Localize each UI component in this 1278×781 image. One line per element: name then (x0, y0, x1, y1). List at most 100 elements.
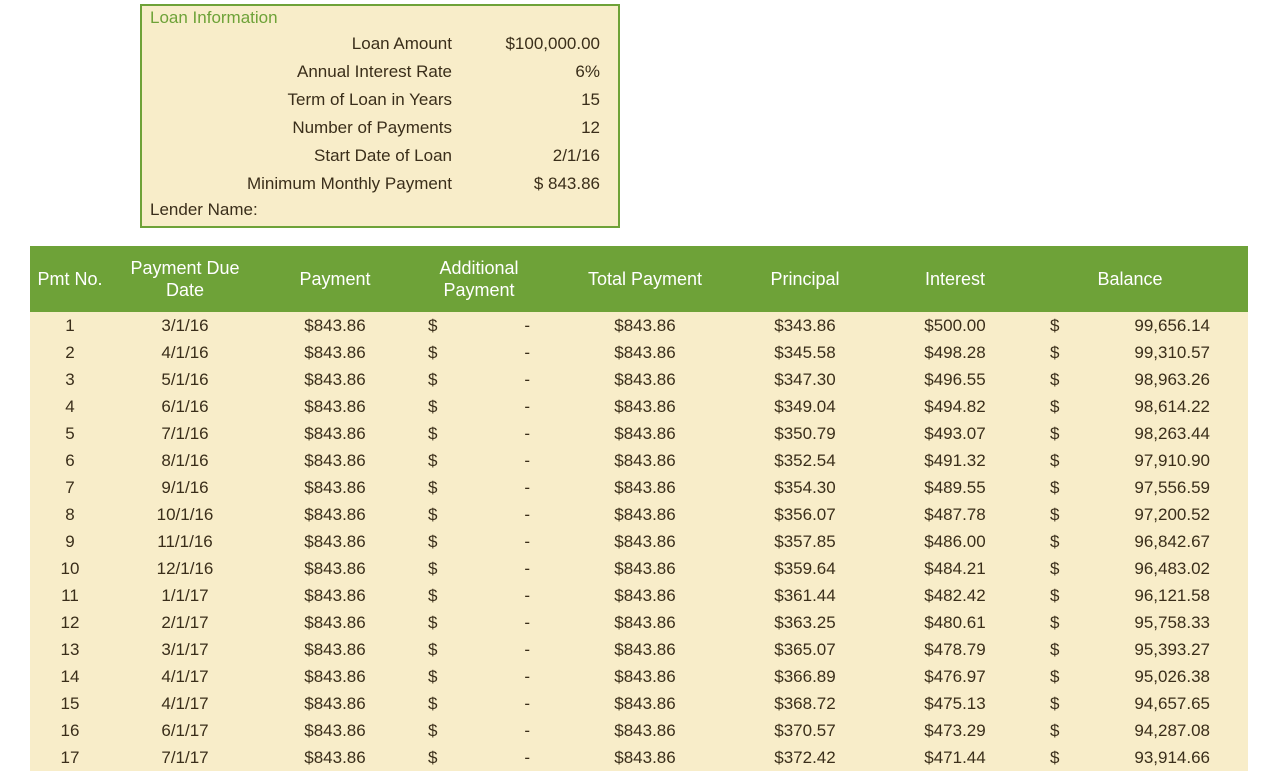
cell-principal: $350.79 (730, 420, 880, 447)
cell-additional: $- (410, 528, 560, 555)
cell-additional: $- (410, 744, 560, 771)
cell-principal: $370.57 (730, 717, 880, 744)
cell-payment: $843.86 (260, 690, 410, 717)
cell-due-date: 1/1/17 (110, 582, 260, 609)
cell-pmt-no: 12 (30, 609, 110, 636)
table-row: 154/1/17$843.86$-$843.86$368.72$475.13$9… (30, 690, 1248, 717)
cell-balance-symbol: $ (1050, 582, 1059, 609)
cell-additional-value: - (437, 501, 530, 528)
cell-additional-value: - (437, 366, 530, 393)
cell-additional-value: - (437, 744, 530, 771)
cell-payment: $843.86 (260, 420, 410, 447)
loan-info-label: Start Date of Loan (156, 142, 464, 170)
cell-due-date: 5/1/16 (110, 366, 260, 393)
cell-principal: $343.86 (730, 312, 880, 339)
loan-info-row: Start Date of Loan2/1/16 (142, 142, 618, 170)
cell-balance-symbol: $ (1050, 609, 1059, 636)
cell-total: $843.86 (560, 474, 730, 501)
loan-info-label: Term of Loan in Years (156, 86, 464, 114)
col-header-pmt-no: Pmt No. (30, 262, 110, 297)
cell-balance-value: 96,483.02 (1059, 555, 1210, 582)
lender-name-label: Lender Name: (142, 198, 618, 226)
cell-balance-symbol: $ (1050, 420, 1059, 447)
cell-pmt-no: 2 (30, 339, 110, 366)
cell-pmt-no: 4 (30, 393, 110, 420)
cell-additional: $- (410, 636, 560, 663)
cell-balance-value: 95,026.38 (1059, 663, 1210, 690)
loan-info-label: Annual Interest Rate (156, 58, 464, 86)
cell-principal: $349.04 (730, 393, 880, 420)
cell-balance-value: 95,758.33 (1059, 609, 1210, 636)
cell-additional-symbol: $ (428, 690, 437, 717)
cell-balance-value: 97,910.90 (1059, 447, 1210, 474)
cell-interest: $487.78 (880, 501, 1030, 528)
cell-additional-symbol: $ (428, 339, 437, 366)
loan-info-label: Minimum Monthly Payment (156, 170, 464, 198)
cell-additional: $- (410, 663, 560, 690)
cell-additional-value: - (437, 339, 530, 366)
cell-additional-symbol: $ (428, 501, 437, 528)
cell-additional-symbol: $ (428, 528, 437, 555)
cell-additional-symbol: $ (428, 447, 437, 474)
cell-balance-value: 96,842.67 (1059, 528, 1210, 555)
cell-due-date: 11/1/16 (110, 528, 260, 555)
col-header-total: Total Payment (560, 262, 730, 297)
cell-interest: $478.79 (880, 636, 1030, 663)
cell-balance-symbol: $ (1050, 393, 1059, 420)
cell-balance: $99,310.57 (1030, 339, 1230, 366)
cell-interest: $491.32 (880, 447, 1030, 474)
loan-info-label: Loan Amount (156, 30, 464, 58)
cell-balance-symbol: $ (1050, 501, 1059, 528)
col-header-interest: Interest (880, 262, 1030, 297)
cell-total: $843.86 (560, 447, 730, 474)
cell-total: $843.86 (560, 636, 730, 663)
cell-balance-symbol: $ (1050, 555, 1059, 582)
cell-due-date: 3/1/17 (110, 636, 260, 663)
cell-additional: $- (410, 312, 560, 339)
table-row: 810/1/16$843.86$-$843.86$356.07$487.78$9… (30, 501, 1248, 528)
table-row: 911/1/16$843.86$-$843.86$357.85$486.00$9… (30, 528, 1248, 555)
cell-total: $843.86 (560, 393, 730, 420)
loan-info-label: Number of Payments (156, 114, 464, 142)
cell-balance: $94,657.65 (1030, 690, 1230, 717)
amortization-schedule: Pmt No. Payment Due Date Payment Additio… (30, 246, 1248, 771)
cell-additional: $- (410, 501, 560, 528)
cell-additional-symbol: $ (428, 744, 437, 771)
cell-balance-symbol: $ (1050, 690, 1059, 717)
cell-total: $843.86 (560, 528, 730, 555)
cell-interest: $496.55 (880, 366, 1030, 393)
cell-additional-symbol: $ (428, 555, 437, 582)
cell-interest: $480.61 (880, 609, 1030, 636)
col-header-balance: Balance (1030, 262, 1230, 297)
cell-interest: $473.29 (880, 717, 1030, 744)
cell-balance-value: 97,200.52 (1059, 501, 1210, 528)
cell-balance-value: 96,121.58 (1059, 582, 1210, 609)
cell-pmt-no: 16 (30, 717, 110, 744)
cell-payment: $843.86 (260, 312, 410, 339)
cell-total: $843.86 (560, 582, 730, 609)
cell-pmt-no: 14 (30, 663, 110, 690)
cell-balance-symbol: $ (1050, 312, 1059, 339)
cell-interest: $482.42 (880, 582, 1030, 609)
cell-additional-symbol: $ (428, 663, 437, 690)
cell-pmt-no: 11 (30, 582, 110, 609)
table-row: 68/1/16$843.86$-$843.86$352.54$491.32$97… (30, 447, 1248, 474)
cell-principal: $363.25 (730, 609, 880, 636)
table-row: 35/1/16$843.86$-$843.86$347.30$496.55$98… (30, 366, 1248, 393)
cell-due-date: 12/1/16 (110, 555, 260, 582)
cell-balance: $95,026.38 (1030, 663, 1230, 690)
cell-pmt-no: 6 (30, 447, 110, 474)
col-header-principal: Principal (730, 262, 880, 297)
cell-balance: $94,287.08 (1030, 717, 1230, 744)
table-row: 144/1/17$843.86$-$843.86$366.89$476.97$9… (30, 663, 1248, 690)
loan-info-value: 2/1/16 (464, 142, 604, 170)
cell-principal: $361.44 (730, 582, 880, 609)
cell-additional: $- (410, 474, 560, 501)
cell-principal: $368.72 (730, 690, 880, 717)
cell-balance-value: 94,287.08 (1059, 717, 1210, 744)
cell-balance-symbol: $ (1050, 528, 1059, 555)
cell-pmt-no: 15 (30, 690, 110, 717)
cell-interest: $486.00 (880, 528, 1030, 555)
cell-additional-value: - (437, 393, 530, 420)
table-row: 79/1/16$843.86$-$843.86$354.30$489.55$97… (30, 474, 1248, 501)
